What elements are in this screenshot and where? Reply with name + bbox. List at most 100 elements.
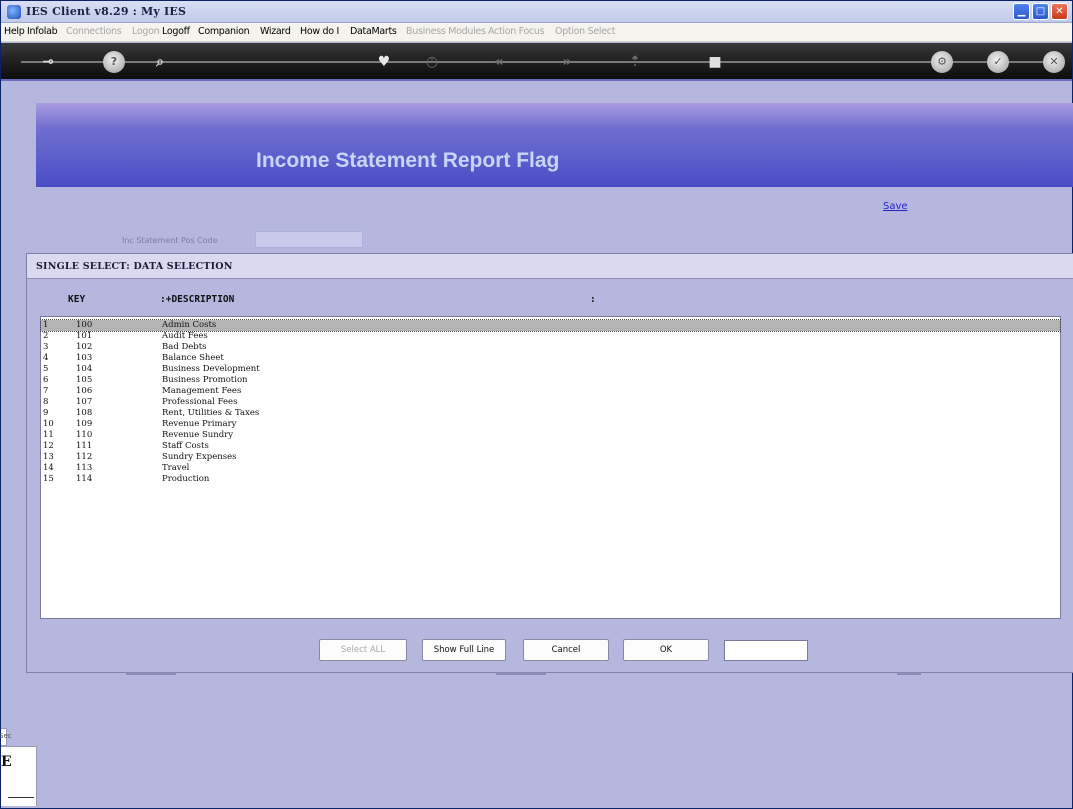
column-header-extra[interactable]: : <box>590 294 596 305</box>
dialog-title: SINGLE SELECT: DATA SELECTION <box>36 261 233 272</box>
close-window-button[interactable]: ✕ <box>1051 3 1068 20</box>
stop-icon[interactable]: ■ <box>704 51 726 73</box>
help-icon[interactable]: ? <box>103 51 125 73</box>
row-key: 105 <box>76 375 93 385</box>
close-icon[interactable]: ✕ <box>1043 51 1065 73</box>
check-icon[interactable]: ✓ <box>987 51 1009 73</box>
row-key: 113 <box>76 463 93 473</box>
list-row[interactable]: 2 101 Audit Fees <box>41 331 1060 342</box>
list-row[interactable]: 8 107 Professional Fees <box>41 397 1060 408</box>
toolbar-rail <box>21 61 1052 63</box>
list-row[interactable]: 7 106 Management Fees <box>41 386 1060 397</box>
row-key: 103 <box>76 353 93 363</box>
panel-tab-center[interactable] <box>496 672 546 675</box>
save-link[interactable]: Save <box>883 201 908 212</box>
forward-icon[interactable]: » <box>556 51 578 73</box>
list-row[interactable]: 1 100 Admin Costs <box>40 319 1061 332</box>
menu-item-option-select[interactable]: Option Select <box>555 26 615 37</box>
menu-item-infolab[interactable]: Infolab <box>27 26 58 37</box>
list-row[interactable]: 15 114 Production <box>41 474 1060 485</box>
row-number: 15 <box>43 474 54 484</box>
title-bar[interactable]: IES Client v8.29 : My IES ▁ □ ✕ <box>1 1 1072 23</box>
select-all-button[interactable]: Select ALL <box>319 639 407 661</box>
key-icon[interactable]: ⊸ <box>31 51 65 73</box>
panel-tab-left[interactable] <box>126 672 176 675</box>
menu-item-datamarts[interactable]: DataMarts <box>350 26 397 37</box>
list-row[interactable]: 9 108 Rent, Utilities & Taxes <box>41 408 1060 419</box>
settings-icon[interactable]: ⚙ <box>931 51 953 73</box>
maximize-button[interactable]: □ <box>1032 3 1049 20</box>
status-tab[interactable]: Sec <box>0 728 12 746</box>
row-key: 108 <box>76 408 93 418</box>
page-title: Income Statement Report Flag <box>256 149 560 172</box>
row-number: 12 <box>43 441 54 451</box>
toolbar: ⊸ ? ⌕ ♥ ◷ « » ⇡ ■ ⚙ ✓ ✕ <box>1 43 1072 81</box>
list-row[interactable]: 3 102 Bad Debts <box>41 342 1060 353</box>
row-description: Bad Debts <box>162 342 207 352</box>
status-tab-label: Sec <box>0 732 12 740</box>
row-number: 6 <box>43 375 49 385</box>
menu-item-how-do-i[interactable]: How do I <box>300 26 339 37</box>
header-banner: Income Statement Report Flag <box>36 103 1073 187</box>
menu-item-action-focus[interactable]: Action Focus <box>488 26 545 37</box>
list-row[interactable]: 4 103 Balance Sheet <box>41 353 1060 364</box>
ok-button[interactable]: OK <box>623 639 709 661</box>
row-key: 112 <box>76 452 93 462</box>
column-header-description[interactable]: :+DESCRIPTION <box>160 294 234 305</box>
row-description: Management Fees <box>162 386 242 396</box>
row-number: 4 <box>43 353 49 363</box>
row-description: Revenue Primary <box>162 419 237 429</box>
row-description: Audit Fees <box>162 331 208 341</box>
row-number: 5 <box>43 364 49 374</box>
status-glyph: E <box>1 754 12 770</box>
show-full-line-button[interactable]: Show Full Line <box>422 639 506 661</box>
inc-statement-pos-code-input[interactable] <box>255 231 363 248</box>
cancel-button[interactable]: Cancel <box>523 639 609 661</box>
row-number: 11 <box>43 430 54 440</box>
row-description: Staff Costs <box>162 441 209 451</box>
row-number: 7 <box>43 386 49 396</box>
list-row[interactable]: 5 104 Business Development <box>41 364 1060 375</box>
clock-icon[interactable]: ◷ <box>421 51 443 73</box>
list-row[interactable]: 6 105 Business Promotion <box>41 375 1060 386</box>
row-description: Sundry Expenses <box>162 452 237 462</box>
row-number: 10 <box>43 419 54 429</box>
row-key: 111 <box>76 441 93 451</box>
row-key: 110 <box>76 430 93 440</box>
menu-item-logon[interactable]: Logon <box>132 26 160 37</box>
row-key: 101 <box>76 331 93 341</box>
panel-tab-right[interactable] <box>897 672 921 675</box>
status-divider <box>8 797 34 798</box>
menu-item-logoff[interactable]: Logoff <box>162 26 190 37</box>
row-description: Production <box>162 474 210 484</box>
minimize-button[interactable]: ▁ <box>1013 3 1030 20</box>
list-row[interactable]: 12 111 Staff Costs <box>41 441 1060 452</box>
heart-icon[interactable]: ♥ <box>373 51 395 73</box>
window-title: IES Client v8.29 : My IES <box>26 5 187 18</box>
row-description: Travel <box>162 463 190 473</box>
row-key: 109 <box>76 419 93 429</box>
menu-item-connections[interactable]: Connections <box>66 26 122 37</box>
menu-item-companion[interactable]: Companion <box>198 26 250 37</box>
column-header-key[interactable]: KEY <box>68 294 85 305</box>
list-row[interactable]: 14 113 Travel <box>41 463 1060 474</box>
export-icon[interactable]: ⇡ <box>624 51 646 73</box>
row-key: 114 <box>76 474 93 484</box>
row-number: 3 <box>43 342 49 352</box>
selection-list[interactable]: 1 100 Admin Costs 2 101 Audit Fees 3 102 Bad Deb… <box>40 316 1061 619</box>
dialog-input-field[interactable] <box>724 640 808 661</box>
row-description: Admin Costs <box>162 320 217 330</box>
inc-statement-pos-code-label: Inc Statement Pos Code <box>122 236 218 245</box>
row-key: 104 <box>76 364 93 374</box>
list-row[interactable]: 10 109 Revenue Primary <box>41 419 1060 430</box>
menu-item-wizard[interactable]: Wizard <box>260 26 291 37</box>
menu-bar: Help Infolab Connections Logon Logoff Co… <box>1 23 1072 42</box>
list-row[interactable]: 13 112 Sundry Expenses <box>41 452 1060 463</box>
row-description: Balance Sheet <box>162 353 224 363</box>
row-number: 13 <box>43 452 54 462</box>
list-row[interactable]: 11 110 Revenue Sundry <box>41 430 1060 441</box>
menu-item-business-modules[interactable]: Business Modules <box>406 26 486 37</box>
menu-item-help[interactable]: Help <box>4 26 25 37</box>
search-icon[interactable]: ⌕ <box>149 51 171 73</box>
back-icon[interactable]: « <box>488 51 510 73</box>
